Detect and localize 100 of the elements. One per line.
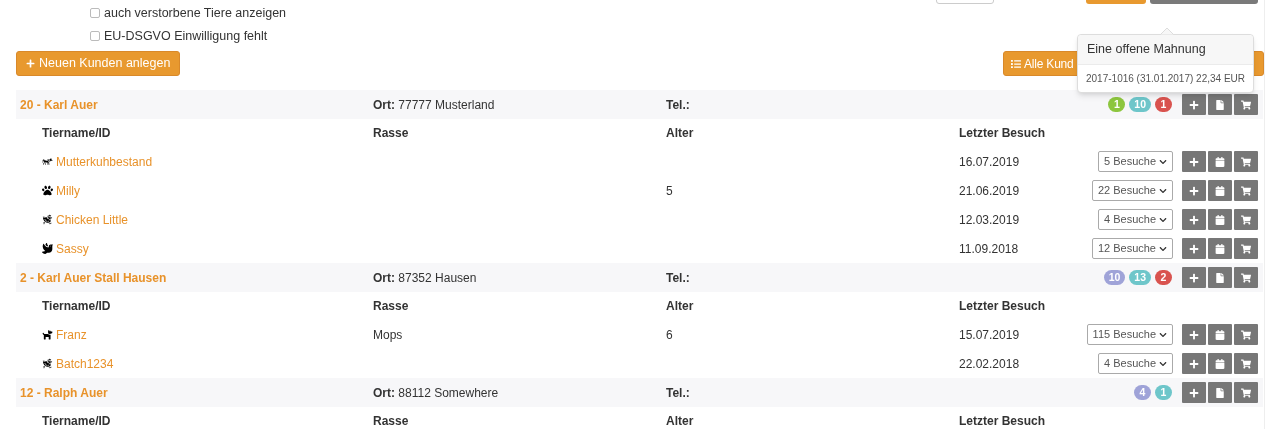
location-text: Ort: 87352 Hausen [373, 269, 478, 287]
visit-date: 21.06.2019 [959, 182, 1020, 200]
add-button[interactable] [1182, 382, 1206, 403]
calendar-button[interactable] [1208, 180, 1232, 201]
cart-button[interactable] [1234, 180, 1258, 201]
add-button[interactable] [1182, 267, 1206, 288]
add-button[interactable] [1182, 94, 1206, 115]
plus-icon [1189, 243, 1199, 254]
customer-link[interactable]: 2 - Karl Auer Stall Hausen [16, 268, 373, 287]
cow-icon [42, 156, 53, 167]
calendar-button[interactable] [1208, 151, 1232, 172]
cart-icon [1241, 329, 1251, 340]
cart-icon [1241, 358, 1251, 369]
customer-link[interactable]: 12 - Ralph Auer [16, 383, 373, 402]
count-badge: 4 [1134, 385, 1151, 400]
tooltip-body: 2017-1016 (31.01.2017) 22,34 EUR [1085, 71, 1246, 86]
cart-button[interactable] [1234, 209, 1258, 230]
phone-label: Tel.: [666, 96, 691, 114]
cart-icon [1241, 214, 1251, 225]
column-header: Rasse [373, 125, 410, 142]
animal-link[interactable]: Batch1234 [56, 354, 114, 373]
column-header: Letzter Besuch [959, 125, 1047, 142]
cart-button[interactable] [1234, 324, 1258, 345]
plus-icon [26, 59, 35, 68]
add-button[interactable] [1182, 238, 1206, 259]
count-badge: 10 [1129, 97, 1151, 112]
age-text: 6 [666, 327, 673, 342]
calendar-icon [1215, 243, 1225, 254]
paw-icon [42, 185, 53, 196]
bird-icon [42, 243, 53, 254]
column-header: Letzter Besuch [959, 298, 1047, 315]
chevron-down-icon [1159, 157, 1167, 166]
cart-icon [1241, 156, 1251, 167]
add-button[interactable] [1182, 209, 1206, 230]
phone-label: Tel.: [666, 384, 691, 402]
visits-dropdown[interactable]: 12 Besuche [1091, 238, 1173, 259]
plus-icon [1189, 387, 1199, 398]
plus-icon [1189, 156, 1199, 167]
cart-button[interactable] [1234, 151, 1258, 172]
calendar-icon [1215, 358, 1225, 369]
calendar-button[interactable] [1208, 324, 1232, 345]
add-button[interactable] [1182, 324, 1206, 345]
new-customer-button[interactable]: Neuen Kunden anlegen [16, 51, 181, 76]
plus-icon [1189, 329, 1199, 340]
breed-text: Mops [373, 327, 403, 342]
visits-dropdown[interactable]: 4 Besuche [1098, 209, 1173, 230]
calendar-button[interactable] [1208, 209, 1232, 230]
animal-link[interactable]: Franz [56, 325, 87, 344]
cart-button[interactable] [1234, 238, 1258, 259]
document-button[interactable] [1208, 267, 1232, 288]
cart-button[interactable] [1234, 267, 1258, 288]
filter-label: auch verstorbene Tiere anzeigen [104, 4, 287, 22]
location-text: Ort: 88112 Somewhere [373, 384, 500, 402]
column-header: Letzter Besuch [959, 413, 1047, 429]
cart-button[interactable] [1234, 353, 1258, 374]
plus-icon [1189, 99, 1199, 110]
chevron-down-icon [1159, 186, 1167, 195]
list-icon [1011, 58, 1021, 69]
customer-link[interactable]: 20 - Karl Auer [16, 95, 373, 114]
checkbox[interactable] [90, 8, 100, 18]
checkbox[interactable] [90, 31, 100, 41]
visit-date: 15.07.2019 [959, 326, 1020, 344]
dog-icon [42, 329, 53, 340]
calendar-icon [1215, 185, 1225, 196]
visits-dropdown[interactable]: 22 Besuche [1091, 180, 1173, 201]
cart-button[interactable] [1234, 382, 1258, 403]
cart-icon [1241, 243, 1251, 254]
document-icon [1215, 387, 1225, 398]
cart-button[interactable] [1234, 94, 1258, 115]
column-header: Alter [666, 298, 695, 315]
count-badge: 2 [1155, 270, 1172, 285]
count-badge: 1 [1155, 97, 1172, 112]
column-header: Alter [666, 125, 695, 142]
document-button[interactable] [1208, 94, 1232, 115]
chicken-icon [42, 214, 53, 225]
chevron-down-icon [1159, 244, 1167, 253]
animal-link[interactable]: Sassy [56, 239, 89, 258]
calendar-button[interactable] [1208, 238, 1232, 259]
animal-link[interactable]: Chicken Little [56, 210, 129, 229]
plus-icon [1189, 185, 1199, 196]
add-button[interactable] [1182, 353, 1206, 374]
filter-label: EU-DSGVO Einwilligung fehlt [104, 27, 268, 45]
visit-date: 22.02.2018 [959, 355, 1020, 373]
calendar-icon [1215, 329, 1225, 340]
column-header: Alter [666, 413, 695, 429]
add-button[interactable] [1182, 151, 1206, 172]
visits-dropdown[interactable]: 115 Besuche [1086, 324, 1173, 345]
add-button[interactable] [1182, 180, 1206, 201]
document-button[interactable] [1208, 382, 1232, 403]
plus-icon [1189, 214, 1199, 225]
phone-label: Tel.: [666, 269, 691, 287]
visits-dropdown[interactable]: 5 Besuche [1098, 151, 1173, 172]
calendar-button[interactable] [1208, 353, 1232, 374]
cart-icon [1241, 99, 1251, 110]
cart-icon [1241, 272, 1251, 283]
age-text: 5 [666, 183, 673, 198]
animal-link[interactable]: Milly [56, 181, 80, 200]
visits-dropdown[interactable]: 4 Besuche [1098, 353, 1173, 374]
location-text: Ort: 77777 Musterland [373, 96, 496, 114]
animal-link[interactable]: Mutterkuhbestand [56, 152, 153, 171]
